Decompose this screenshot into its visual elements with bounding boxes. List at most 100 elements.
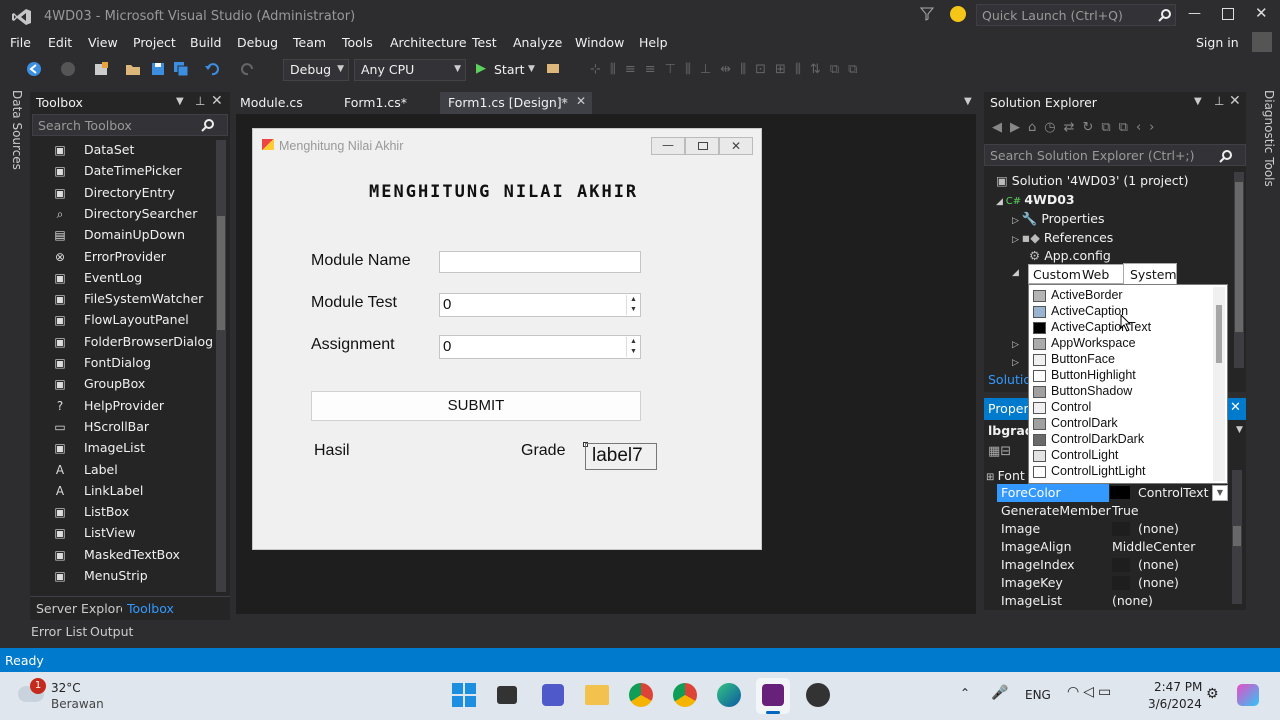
toolbox-search-input[interactable]: Search Toolbox <box>32 114 228 136</box>
undo-icon[interactable] <box>204 61 220 77</box>
close-tab-icon[interactable]: ✕ <box>576 94 586 108</box>
toolbox-item[interactable]: ▣ ImageList <box>52 438 218 459</box>
toolbox-item[interactable]: ▣ DirectoryEntry <box>52 183 218 204</box>
collapse-arrow-icon[interactable]: ▷ <box>1012 340 1019 350</box>
navigate-back-icon[interactable] <box>26 61 42 77</box>
toolbox-item[interactable]: ▣ DataSet <box>52 140 218 161</box>
menu-tools[interactable]: Tools <box>342 35 373 50</box>
color-option[interactable]: Control <box>1033 400 1211 416</box>
updown-arrows-icon[interactable]: ▲ ▼ <box>626 337 640 357</box>
account-avatar-icon[interactable] <box>1252 32 1272 52</box>
tab-system[interactable]: System <box>1123 263 1177 285</box>
toolbox-item[interactable]: ▭ HScrollBar <box>52 417 218 438</box>
windows-start-icon[interactable] <box>452 683 476 707</box>
property-row[interactable]: GenerateMember True <box>984 502 1230 520</box>
server-explorer-tab[interactable]: Server Explorer <box>36 601 133 616</box>
collapse-arrow-icon[interactable]: ▷ <box>1012 358 1019 368</box>
solution-platform-select[interactable]: Any CPU ▼ <box>354 59 466 81</box>
toolbox-item[interactable]: ▣ DateTimePicker <box>52 161 218 182</box>
open-file-icon[interactable] <box>125 61 141 77</box>
assignment-stepper[interactable]: 0 ▲ ▼ <box>439 335 641 359</box>
chevron-down-icon[interactable]: ▼ <box>1212 485 1228 501</box>
menu-file[interactable]: File <box>10 35 31 50</box>
tab-form1-cs[interactable]: Form1.cs* <box>336 92 415 114</box>
toolbox-item[interactable]: ▣ ListBox <box>52 502 218 523</box>
color-list-scrollbar[interactable] <box>1213 287 1225 481</box>
solution-configuration-select[interactable]: Debug ▼ <box>283 59 349 81</box>
toolbox-item[interactable]: ▣ FlowLayoutPanel <box>52 310 218 331</box>
toolbox-item[interactable]: ▣ MenuStrip <box>52 566 218 587</box>
teams-icon[interactable] <box>542 684 564 706</box>
toolbox-item[interactable]: ▣ GroupBox <box>52 374 218 395</box>
tab-module-cs[interactable]: Module.cs <box>232 92 311 114</box>
solution-explorer-tab[interactable]: Solutio <box>988 372 1031 387</box>
edge-icon[interactable] <box>717 683 741 707</box>
menu-test[interactable]: Test <box>472 35 497 50</box>
chrome-profile-icon[interactable] <box>673 683 697 707</box>
property-row[interactable]: ImageKey (none) <box>984 574 1230 592</box>
color-option[interactable]: ControlLight <box>1033 448 1211 464</box>
toolbox-item[interactable]: A Label <box>52 460 218 481</box>
pin-icon[interactable]: ⊸ <box>558 95 566 106</box>
toolbox-item[interactable]: ? HelpProvider <box>52 396 218 417</box>
menu-window[interactable]: Window <box>575 35 624 50</box>
property-row[interactable]: Image (none) <box>984 520 1230 538</box>
tab-overflow-icon[interactable]: ▼ <box>964 96 972 107</box>
navigate-forward-icon[interactable] <box>60 61 76 77</box>
start-button[interactable]: ▶ Start ▼ <box>472 59 538 81</box>
form-minimize-button[interactable]: — <box>651 137 685 155</box>
menu-project[interactable]: Project <box>133 35 176 50</box>
toolbox-tab[interactable]: Toolbox <box>122 598 179 619</box>
color-option[interactable]: ControlDarkDark <box>1033 432 1211 448</box>
close-panel-icon[interactable]: ✕ <box>1230 400 1241 415</box>
color-option[interactable]: ButtonFace <box>1033 352 1211 368</box>
form-window[interactable]: Menghitung Nilai Akhir — ✕ MENGHITUNG NI… <box>252 128 762 550</box>
filter-icon[interactable] <box>920 7 934 21</box>
color-option[interactable]: ButtonShadow <box>1033 384 1211 400</box>
data-sources-tab[interactable]: Data Sources <box>4 90 24 190</box>
diagnostic-tools-tab[interactable]: Diagnostic Tools <box>1252 90 1276 190</box>
microphone-icon[interactable]: 🎤 <box>991 685 1008 701</box>
restore-button[interactable] <box>1222 8 1234 20</box>
toolbox-item[interactable]: ▣ FolderBrowserDialog <box>52 332 218 353</box>
pin-icon[interactable]: ⊥ <box>1214 94 1224 108</box>
weather-desc[interactable]: Berawan <box>51 697 104 711</box>
solution-scrollbar[interactable] <box>1234 172 1244 368</box>
menu-edit[interactable]: Edit <box>48 35 72 50</box>
panel-menu-icon[interactable]: ▼ <box>1194 96 1202 107</box>
menu-analyze[interactable]: Analyze <box>513 35 562 50</box>
color-option[interactable]: ButtonHighlight <box>1033 368 1211 384</box>
clock-time[interactable]: 2:47 PM <box>1154 680 1202 694</box>
toolbox-item[interactable]: A LinkLabel <box>52 481 218 502</box>
module-test-stepper[interactable]: 0 ▲ ▼ <box>439 293 641 317</box>
close-panel-icon[interactable]: ✕ <box>211 93 223 109</box>
toolbox-item[interactable]: ⌕ DirectorySearcher <box>52 204 218 225</box>
task-view-icon[interactable] <box>497 686 517 704</box>
form-maximize-button[interactable] <box>685 137 719 155</box>
property-row[interactable]: ▼ ForeColor ControlText <box>984 484 1230 502</box>
menu-debug[interactable]: Debug <box>237 35 278 50</box>
solution-search-input[interactable]: Search Solution Explorer (Ctrl+;) <box>984 144 1246 166</box>
copilot-icon[interactable] <box>1237 684 1259 706</box>
toolbox-item[interactable]: ▣ FileSystemWatcher <box>52 289 218 310</box>
tree-references[interactable]: ▷ ▪◆ References <box>1012 230 1113 245</box>
network-volume-battery-icons[interactable]: ◠◁▭ <box>1067 684 1115 700</box>
property-row[interactable]: ImageIndex (none) <box>984 556 1230 574</box>
menu-build[interactable]: Build <box>190 35 221 50</box>
redo-icon[interactable] <box>240 61 256 77</box>
menu-architecture[interactable]: Architecture <box>390 35 467 50</box>
form-close-button[interactable]: ✕ <box>719 137 753 155</box>
tree-project[interactable]: ◢ C# 4WD03 <box>996 192 1075 207</box>
submit-button[interactable]: SUBMIT <box>311 391 641 421</box>
visual-studio-taskbar-button[interactable] <box>756 678 790 714</box>
pin-icon[interactable]: ⊥ <box>195 94 205 108</box>
tab-custom[interactable]: Custom <box>1033 267 1081 282</box>
feedback-smiley-icon[interactable] <box>950 6 966 22</box>
color-option[interactable]: ControlLightLight <box>1033 464 1211 480</box>
categorized-view-icon[interactable]: ▦⊟ <box>988 444 1011 459</box>
close-button[interactable]: ✕ <box>1255 4 1268 22</box>
close-panel-icon[interactable]: ✕ <box>1229 93 1241 109</box>
file-explorer-icon[interactable] <box>585 685 609 705</box>
chrome-icon[interactable] <box>629 683 653 707</box>
property-row[interactable]: ImageList (none) <box>984 592 1230 610</box>
